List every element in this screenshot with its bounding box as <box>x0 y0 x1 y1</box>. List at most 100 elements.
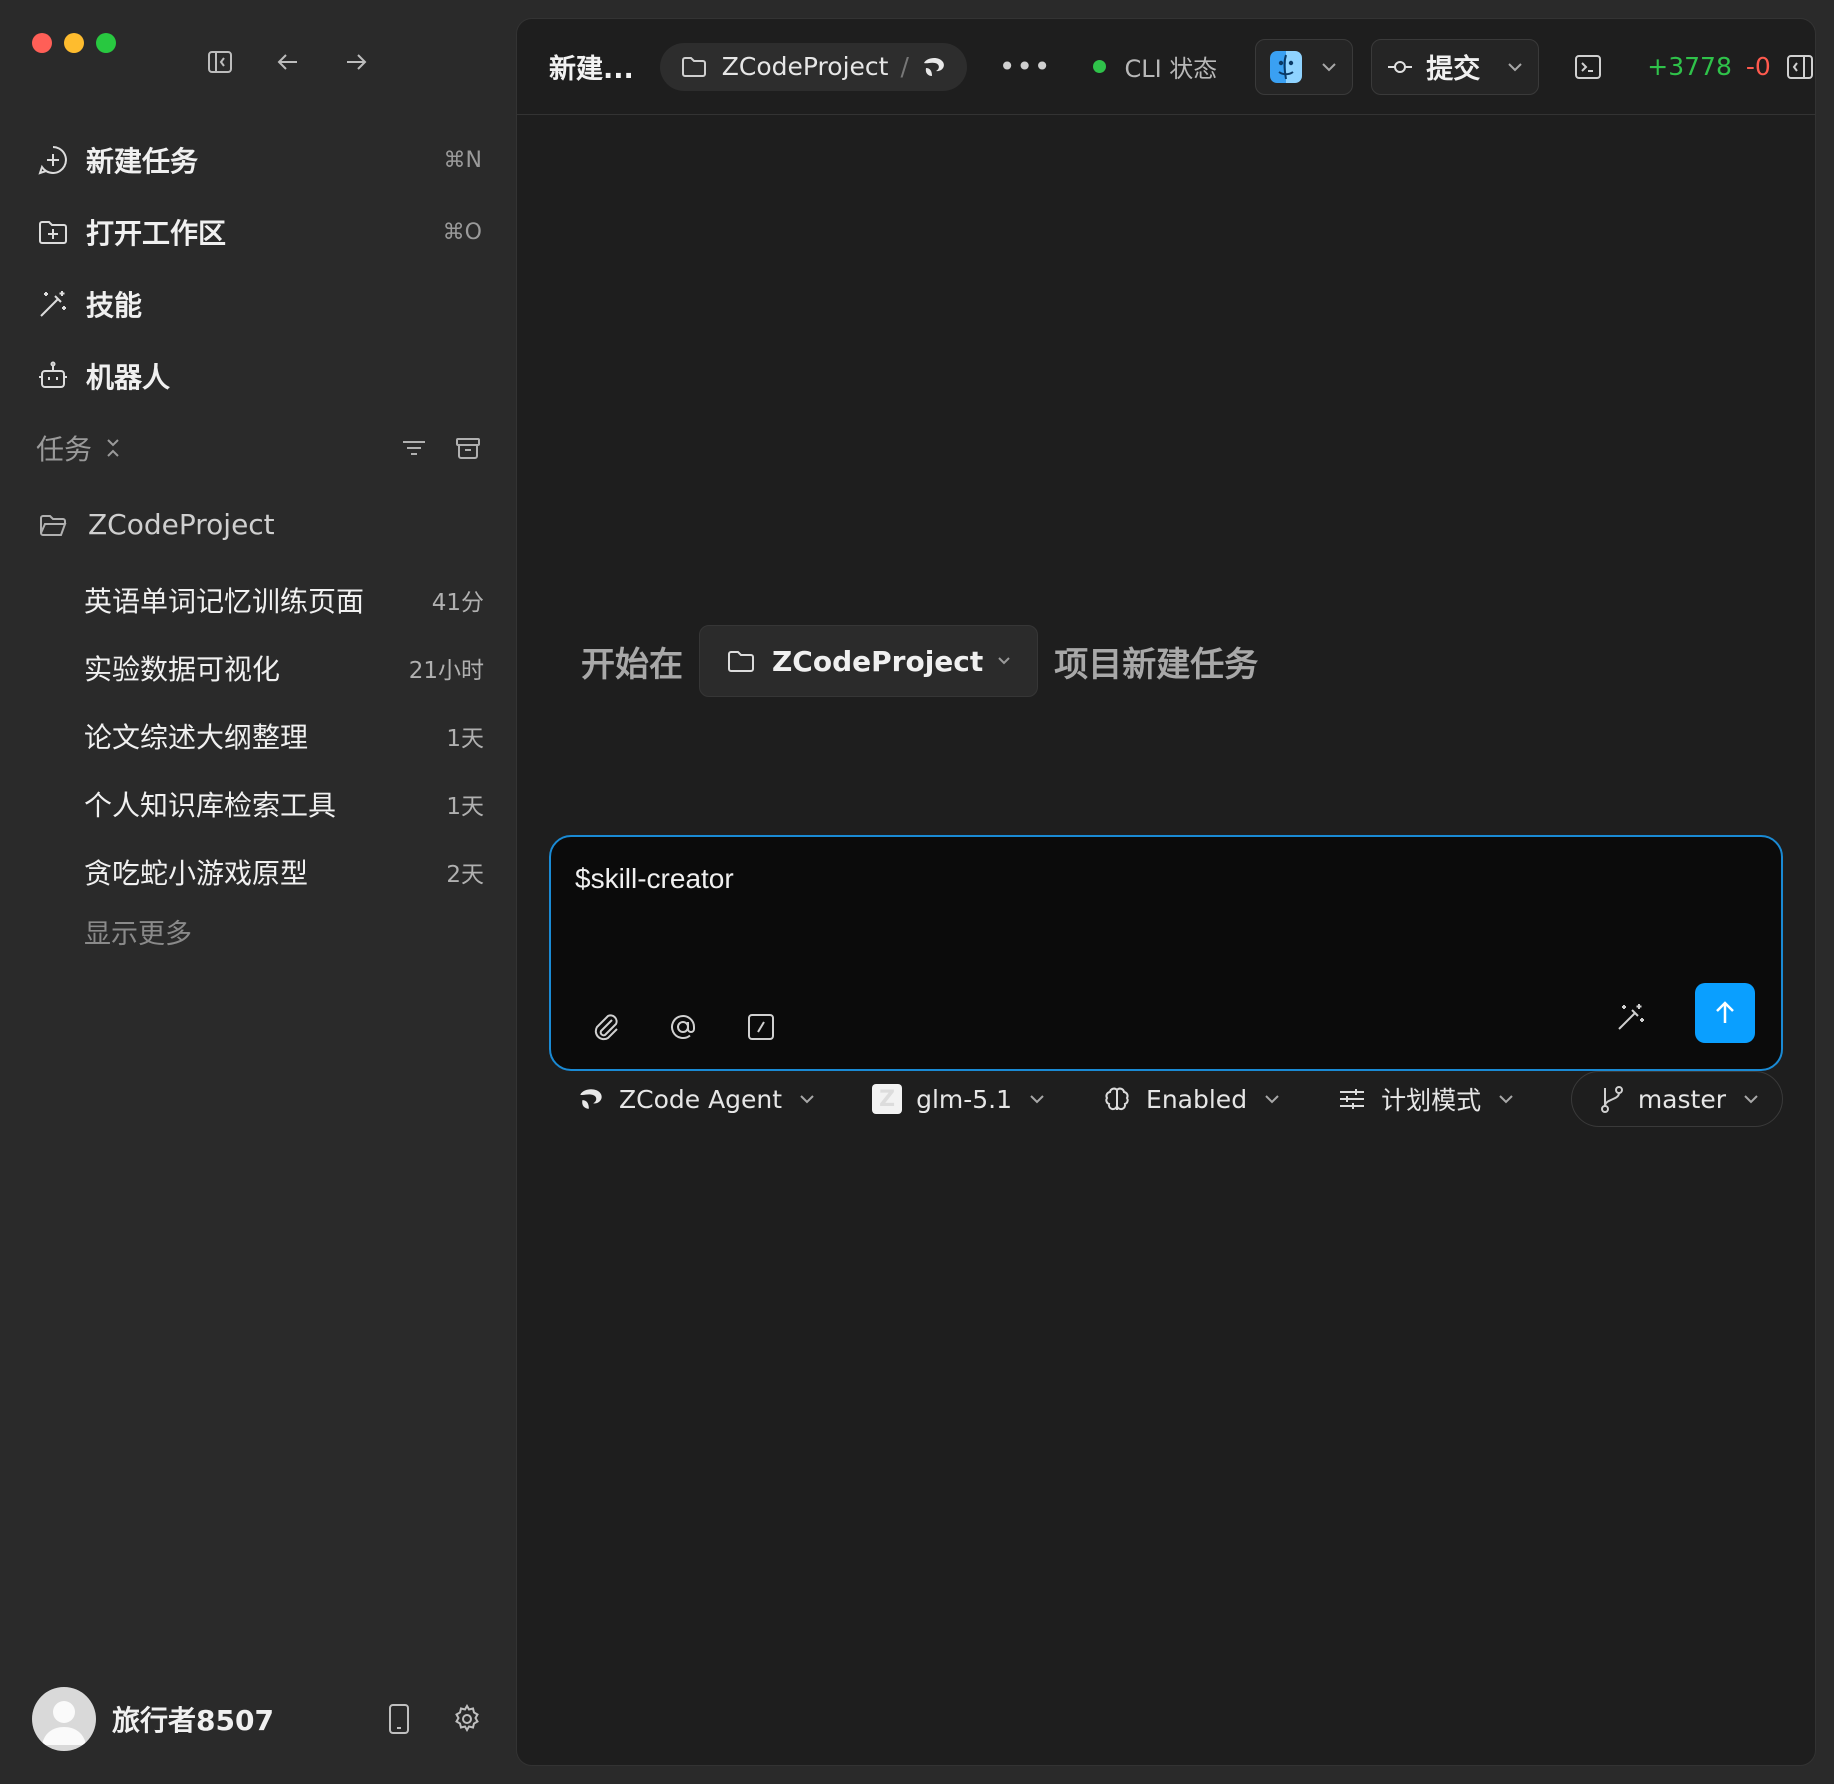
task-time: 21小时 <box>408 658 484 684</box>
toggle-right-panel-icon[interactable] <box>1785 52 1815 82</box>
settings-gear-icon[interactable] <box>452 1704 482 1734</box>
zcode-agent-logo-icon <box>577 1085 605 1113</box>
slash-command-icon[interactable] <box>745 1011 777 1043</box>
project-selector-label: ZCodeProject <box>772 644 984 678</box>
mobile-device-icon[interactable] <box>386 1703 412 1735</box>
start-prefix: 开始在 <box>581 644 683 685</box>
start-task-heading: 开始在 ZCodeProject 项目新建任务 <box>581 625 1258 697</box>
collapse-chevron-icon[interactable] <box>104 434 122 462</box>
start-suffix: 项目新建任务 <box>1054 644 1259 685</box>
branch-selector[interactable]: master <box>1570 1071 1783 1127</box>
sliders-icon <box>1337 1084 1367 1114</box>
breadcrumb-project: ZCodeProject <box>721 52 889 81</box>
chevron-down-icon <box>997 656 1011 666</box>
shortcut-hint: ⌘N <box>443 147 482 173</box>
nav-label: 新建任务 <box>86 145 199 178</box>
window-controls <box>32 33 116 53</box>
finder-app-icon <box>1270 50 1303 83</box>
mention-at-icon[interactable] <box>667 1011 699 1043</box>
task-name: 贪吃蛇小游戏原型 <box>84 857 309 890</box>
nav-skills[interactable]: 技能 <box>36 268 482 340</box>
plus-circle-icon <box>36 143 70 177</box>
show-more-link[interactable]: 显示更多 <box>84 912 192 951</box>
chevron-down-icon <box>1506 61 1524 73</box>
task-title: 新建... <box>549 54 634 85</box>
send-button[interactable] <box>1695 983 1755 1043</box>
sidebar: 新建任务 ⌘N 打开工作区 ⌘O 技能 机器人 任务 ZCodeProject … <box>0 0 516 1784</box>
task-list: 英语单词记忆训练页面 41分 实验数据可视化 21小时 论文综述大纲整理 1天 … <box>84 566 484 906</box>
task-item[interactable]: 贪吃蛇小游戏原型 2天 <box>84 838 484 906</box>
sidebar-nav: 新建任务 ⌘N 打开工作区 ⌘O 技能 机器人 <box>36 124 482 412</box>
nav-robots[interactable]: 机器人 <box>36 340 482 412</box>
zoom-window-button[interactable] <box>96 33 116 53</box>
nav-label: 打开工作区 <box>86 217 227 250</box>
agent-label: ZCode Agent <box>619 1084 783 1114</box>
archive-icon[interactable] <box>454 434 482 462</box>
task-time: 2天 <box>446 862 484 888</box>
enhance-prompt-wand-icon[interactable] <box>1615 1001 1647 1033</box>
nav-label: 技能 <box>86 289 143 322</box>
paperclip-icon[interactable] <box>589 1011 621 1043</box>
task-time: 1天 <box>446 794 484 820</box>
folder-icon <box>680 54 708 80</box>
branch-label: master <box>1637 1084 1726 1114</box>
prompt-composer <box>549 835 1783 1071</box>
mode-label: 计划模式 <box>1381 1086 1482 1115</box>
task-item[interactable]: 论文综述大纲整理 1天 <box>84 702 484 770</box>
user-footer: 旅行者8507 <box>32 1686 482 1752</box>
toggle-sidebar-icon[interactable] <box>204 46 236 78</box>
agent-selector[interactable]: ZCode Agent <box>577 1085 816 1114</box>
sidebar-toolbar <box>204 46 372 78</box>
top-bar: 新建... ZCodeProject / ••• CLI 状态 提交 +3778… <box>517 19 1815 115</box>
task-name: 论文综述大纲整理 <box>84 721 309 754</box>
task-item[interactable]: 个人知识库检索工具 1天 <box>84 770 484 838</box>
shortcut-hint: ⌘O <box>442 219 482 245</box>
minimize-window-button[interactable] <box>64 33 84 53</box>
chevron-down-icon <box>1263 1093 1281 1105</box>
back-arrow-icon[interactable] <box>272 46 304 78</box>
chevron-down-icon <box>1028 1093 1046 1105</box>
commit-dropdown[interactable]: 提交 <box>1371 38 1540 95</box>
breadcrumb[interactable]: ZCodeProject / <box>659 42 967 91</box>
task-item[interactable]: 英语单词记忆训练页面 41分 <box>84 566 484 634</box>
prompt-input[interactable] <box>575 863 1755 895</box>
forward-arrow-icon[interactable] <box>340 46 372 78</box>
status-dot <box>1093 60 1107 73</box>
composer-options: ZCode Agent Z glm-5.1 Enabled 计划模式 maste… <box>577 1071 1783 1127</box>
task-name: 个人知识库检索工具 <box>84 789 337 822</box>
open-in-finder-dropdown[interactable] <box>1255 38 1354 95</box>
composer-tools <box>589 1011 777 1043</box>
magic-wand-icon <box>36 287 70 321</box>
project-group[interactable]: ZCodeProject <box>38 508 275 541</box>
task-name: 英语单词记忆训练页面 <box>84 585 365 618</box>
main-panel: 新建... ZCodeProject / ••• CLI 状态 提交 +3778… <box>516 18 1816 1766</box>
filter-icon[interactable] <box>400 434 428 462</box>
breadcrumb-separator: / <box>900 52 909 81</box>
task-item[interactable]: 实验数据可视化 21小时 <box>84 634 484 702</box>
nav-open-workspace[interactable]: 打开工作区 ⌘O <box>36 196 482 268</box>
task-time: 41分 <box>431 590 484 616</box>
cli-status[interactable]: CLI 状态 <box>1093 49 1217 84</box>
chevron-down-icon <box>1497 1093 1515 1105</box>
more-options-icon[interactable]: ••• <box>999 50 1052 83</box>
diff-deletions: -0 <box>1745 52 1771 81</box>
brain-icon <box>1102 1084 1132 1114</box>
chevron-down-icon <box>1320 61 1338 73</box>
commit-label: 提交 <box>1426 54 1481 85</box>
close-window-button[interactable] <box>32 33 52 53</box>
folder-open-icon <box>38 511 68 539</box>
avatar[interactable] <box>32 1687 96 1751</box>
thinking-selector[interactable]: Enabled <box>1102 1084 1281 1114</box>
chevron-down-icon <box>1742 1093 1760 1105</box>
thinking-label: Enabled <box>1146 1084 1248 1114</box>
git-branch-icon <box>1598 1084 1626 1114</box>
task-name: 实验数据可视化 <box>84 653 281 686</box>
mode-selector[interactable]: 计划模式 <box>1337 1081 1515 1117</box>
project-selector[interactable]: ZCodeProject <box>699 625 1039 697</box>
arrow-up-icon <box>1716 1001 1734 1023</box>
model-selector[interactable]: Z glm-5.1 <box>872 1084 1046 1114</box>
tasks-section-header: 任务 <box>36 428 482 468</box>
nav-new-task[interactable]: 新建任务 ⌘N <box>36 124 482 196</box>
terminal-icon[interactable] <box>1573 52 1603 82</box>
zcode-agent-logo-icon <box>921 54 947 80</box>
